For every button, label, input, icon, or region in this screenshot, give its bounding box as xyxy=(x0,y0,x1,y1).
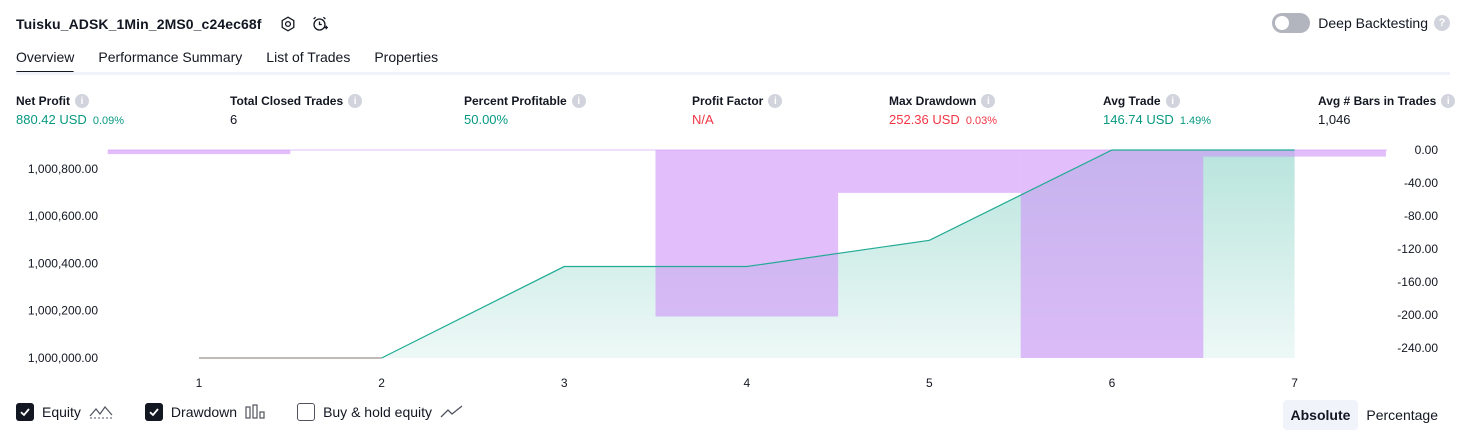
legend-buy-hold-label: Buy & hold equity xyxy=(323,404,433,420)
right-axis-tick-label: 0.00 xyxy=(1415,143,1439,157)
metric-label: Total Closed Trades xyxy=(230,94,344,108)
header: Tuisku_ADSK_1Min_2MS0_c24ec68f xyxy=(16,12,332,36)
deep-backtesting: Deep Backtesting ? xyxy=(1272,13,1450,33)
x-axis-tick-label: 6 xyxy=(1109,376,1116,390)
metrics-row: Net Profit i 880.42 USD 0.09% Total Closed… xyxy=(0,92,1466,132)
metric-value: 50.00% xyxy=(464,112,509,127)
metric-percent: 0.03% xyxy=(965,115,998,127)
info-icon[interactable]: i xyxy=(348,94,363,108)
metric-profit-factor: Profit Factor i N/A xyxy=(692,92,783,127)
metric-value: 252.36 USD xyxy=(889,112,960,127)
tab-list-of-trades[interactable]: List of Trades xyxy=(266,44,350,74)
right-axis-tick-label: -80.00 xyxy=(1404,209,1438,223)
right-axis-tick-label: -200.00 xyxy=(1397,308,1438,322)
left-axis-tick-label: 1,000,800.00 xyxy=(28,162,98,176)
legend-buy-hold[interactable]: Buy & hold equity xyxy=(297,403,464,421)
info-icon[interactable]: i xyxy=(75,94,89,108)
display-mode-toggle: Absolute Percentage xyxy=(1282,400,1447,430)
metric-avg-bars: Avg # Bars in Trades i 1,046 xyxy=(1318,92,1456,127)
metric-label: Net Profit xyxy=(16,94,70,108)
strategy-title: Tuisku_ADSK_1Min_2MS0_c24ec68f xyxy=(16,16,262,32)
metric-value: N/A xyxy=(692,112,714,127)
x-axis-tick-label: 3 xyxy=(561,376,568,390)
tab-properties[interactable]: Properties xyxy=(374,44,438,74)
drawdown-bars-icon xyxy=(245,404,265,420)
left-axis-tick-label: 1,000,200.00 xyxy=(28,304,98,318)
buy-hold-line-icon xyxy=(440,404,464,420)
toggle-knob xyxy=(1275,16,1290,30)
metric-label: Max Drawdown xyxy=(889,94,977,108)
deep-backtesting-label: Deep Backtesting xyxy=(1318,15,1428,31)
info-icon[interactable]: i xyxy=(1165,94,1180,108)
percentage-button[interactable]: Percentage xyxy=(1358,400,1446,430)
metric-value: 6 xyxy=(230,112,238,127)
metric-percent-profitable: Percent Profitable i 50.00% xyxy=(464,92,586,127)
left-axis-tick-label: 1,000,600.00 xyxy=(28,209,98,223)
add-alert-icon[interactable] xyxy=(308,12,332,36)
x-axis-tick-label: 5 xyxy=(926,376,933,390)
drawdown-bar xyxy=(1203,150,1386,157)
chart-legend: Equity Drawdown Buy & hold equity xyxy=(16,403,496,421)
info-icon[interactable]: i xyxy=(1441,94,1456,108)
checkbox-checked-icon[interactable] xyxy=(16,403,34,421)
metric-net-profit: Net Profit i 880.42 USD 0.09% xyxy=(16,92,124,127)
metric-label: Avg # Bars in Trades xyxy=(1318,94,1437,108)
metric-label: Avg Trade xyxy=(1103,94,1161,108)
info-icon[interactable]: i xyxy=(981,94,996,108)
legend-drawdown-label: Drawdown xyxy=(170,404,238,420)
left-axis-tick-label: 1,000,000.00 xyxy=(28,351,98,365)
left-axis-tick-label: 1,000,400.00 xyxy=(28,256,98,270)
metric-total-closed-trades: Total Closed Trades i 6 xyxy=(230,92,363,127)
tab-overview[interactable]: Overview xyxy=(16,44,75,74)
metric-value: 880.42 USD xyxy=(16,112,87,127)
help-icon[interactable]: ? xyxy=(1434,15,1450,31)
metric-value: 1,046 xyxy=(1318,112,1351,127)
x-axis-tick-label: 7 xyxy=(1291,376,1298,390)
x-axis-tick-label: 4 xyxy=(743,376,750,390)
metric-label: Percent Profitable xyxy=(464,94,567,108)
metric-value: 146.74 USD xyxy=(1103,112,1174,127)
absolute-button[interactable]: Absolute xyxy=(1282,400,1359,430)
legend-drawdown[interactable]: Drawdown xyxy=(144,403,265,421)
right-axis-tick-label: -240.00 xyxy=(1397,341,1438,355)
drawdown-bar xyxy=(655,150,839,317)
info-icon[interactable]: i xyxy=(768,94,783,108)
drawdown-bar xyxy=(838,150,1021,193)
equity-drawdown-chart[interactable]: 1,000,800.00 1,000,600.00 1,000,400.00 1,00… xyxy=(0,140,1466,398)
metric-label: Profit Factor xyxy=(692,94,764,108)
metric-percent: 1.49% xyxy=(1179,115,1212,127)
tabs-divider xyxy=(16,72,1450,75)
x-axis-tick-label: 1 xyxy=(196,376,203,390)
right-axis-tick-label: -120.00 xyxy=(1397,242,1438,256)
metric-avg-trade: Avg Trade i 146.74 USD 1.49% xyxy=(1103,92,1211,127)
drawdown-bar xyxy=(107,150,291,155)
settings-gear-icon[interactable] xyxy=(276,12,300,36)
checkbox-checked-icon[interactable] xyxy=(144,403,163,421)
legend-equity[interactable]: Equity xyxy=(16,403,113,421)
legend-equity-label: Equity xyxy=(42,404,81,420)
equity-line-icon xyxy=(89,404,113,420)
checkbox-unchecked-icon[interactable] xyxy=(297,403,316,421)
tab-performance-summary[interactable]: Performance Summary xyxy=(98,44,242,74)
info-icon[interactable]: i xyxy=(571,94,586,108)
metric-max-drawdown: Max Drawdown i 252.36 USD 0.03% xyxy=(889,92,997,127)
tab-bar: Overview Performance Summary List of Tra… xyxy=(16,44,462,74)
right-axis-tick-label: -160.00 xyxy=(1397,275,1438,289)
right-axis-tick-label: -40.00 xyxy=(1404,176,1438,190)
metric-percent: 0.09% xyxy=(92,115,125,127)
x-axis-tick-label: 2 xyxy=(378,376,385,390)
deep-backtesting-toggle[interactable] xyxy=(1272,13,1311,33)
